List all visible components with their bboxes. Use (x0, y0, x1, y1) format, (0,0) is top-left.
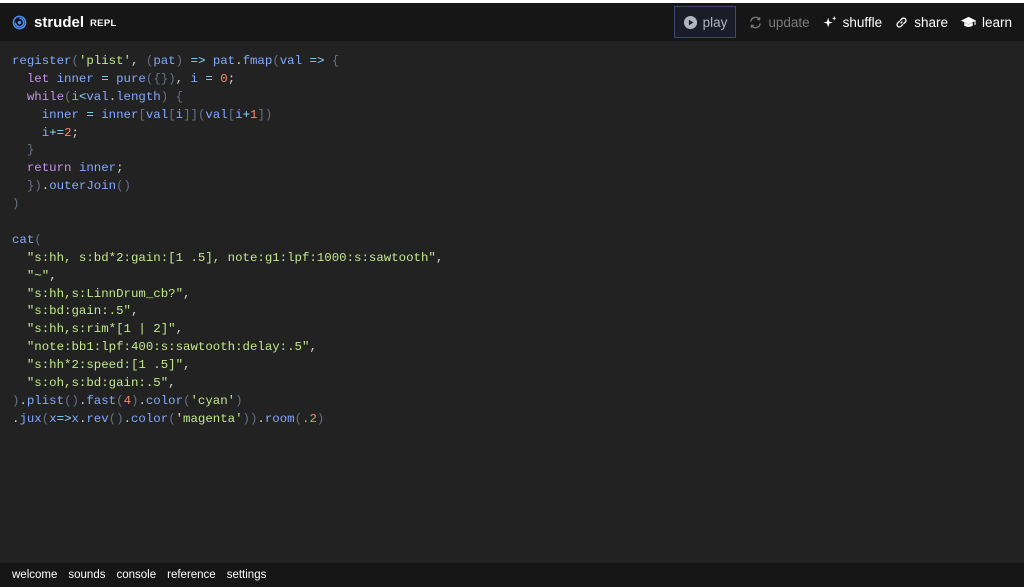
code-line[interactable]: "s:hh*2:speed:[1 .5]", (12, 357, 443, 375)
learn-button[interactable]: learn (954, 7, 1018, 37)
code-line[interactable]: "s:hh,s:rim*[1 | 2]", (12, 321, 443, 339)
header-actions: play update shuffle share learn (673, 3, 1024, 41)
code-line[interactable]: "~", (12, 268, 443, 286)
code-area[interactable]: register('plist', (pat) => pat.fmap(val … (12, 53, 443, 429)
play-circle-icon (683, 15, 697, 29)
code-line[interactable]: i+=2; (12, 125, 443, 143)
code-line[interactable]: }).outerJoin() (12, 178, 443, 196)
code-line[interactable]: while(i<val.length) { (12, 89, 443, 107)
refresh-icon (750, 16, 762, 28)
brand[interactable]: strudel REPL (0, 14, 117, 31)
code-line[interactable]: register('plist', (pat) => pat.fmap(val … (12, 53, 443, 71)
play-label: play (702, 14, 728, 30)
code-line[interactable]: } (12, 142, 443, 160)
code-line[interactable]: ).plist().fast(4).color('cyan') (12, 393, 443, 411)
link-icon (896, 16, 907, 28)
strudel-logo-icon (12, 15, 27, 29)
shuffle-button[interactable]: shuffle (816, 7, 889, 37)
tab-reference[interactable]: reference (167, 569, 216, 581)
bottom-panel-tabs: welcome sounds console reference setting… (0, 563, 1024, 587)
update-label: update (768, 14, 810, 30)
tab-console[interactable]: console (116, 569, 156, 581)
learn-label: learn (981, 14, 1012, 30)
code-line[interactable]: cat( (12, 232, 443, 250)
play-button[interactable]: play (673, 6, 737, 38)
code-line[interactable]: let inner = pure({}), i = 0; (12, 71, 443, 89)
tab-sounds[interactable]: sounds (68, 569, 105, 581)
graduation-cap-icon (960, 16, 976, 27)
code-line[interactable]: "note:bb1:lpf:400:s:sawtooth:delay:.5", (12, 339, 443, 357)
brand-name: strudel (34, 13, 85, 31)
code-line[interactable]: ) (12, 196, 443, 214)
update-button[interactable]: update (742, 7, 815, 37)
code-line[interactable]: "s:hh,s:LinnDrum_cb?", (12, 286, 443, 304)
strudel-repl-app: strudel REPL play update shuffle share l… (0, 3, 1024, 587)
shuffle-label: shuffle (842, 14, 883, 30)
code-line[interactable]: return inner; (12, 160, 443, 178)
tab-welcome[interactable]: welcome (12, 569, 57, 581)
code-line[interactable]: "s:bd:gain:.5", (12, 303, 443, 321)
share-button[interactable]: share (888, 7, 954, 37)
code-line[interactable]: "s:hh, s:bd*2:gain:[1 .5], note:g1:lpf:1… (12, 250, 443, 268)
code-line[interactable]: "s:oh,s:bd:gain:.5", (12, 375, 443, 393)
brand-tag: REPL (90, 17, 117, 29)
code-line[interactable]: inner = inner[val[i]](val[i+1]) (12, 107, 443, 125)
code-line[interactable] (12, 214, 443, 232)
share-label: share (914, 14, 948, 30)
sparkles-icon (823, 15, 837, 27)
code-line[interactable]: .jux(x=>x.rev().color('magenta')).room(.… (12, 411, 443, 429)
tab-settings[interactable]: settings (227, 569, 267, 581)
top-bar: strudel REPL play update shuffle share l… (0, 3, 1024, 41)
code-editor[interactable]: register('plist', (pat) => pat.fmap(val … (0, 41, 1024, 563)
